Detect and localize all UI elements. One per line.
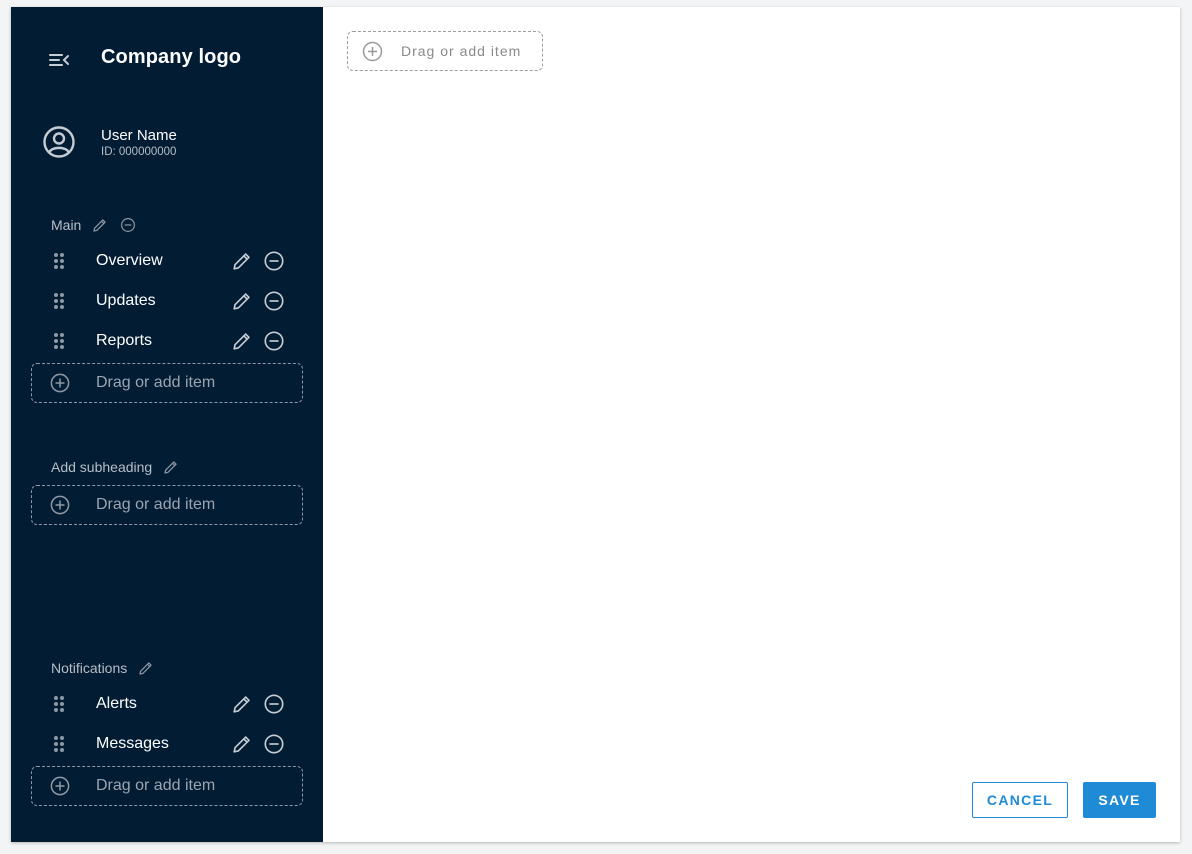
cancel-button[interactable]: CANCEL xyxy=(972,782,1068,818)
pencil-icon[interactable] xyxy=(231,330,253,352)
save-button[interactable]: SAVE xyxy=(1083,782,1156,818)
sidebar: Company logo User Name ID: 000000000 Mai… xyxy=(11,7,323,842)
account-circle-icon xyxy=(43,126,75,158)
add-item-dropzone-subheading[interactable]: Drag or add item xyxy=(31,485,303,525)
section-heading-label: Add subheading xyxy=(51,459,153,475)
dropzone-label: Drag or add item xyxy=(401,43,522,59)
plus-circle-icon xyxy=(50,776,70,796)
add-item-dropzone-top[interactable]: Drag or add item xyxy=(347,31,543,71)
sidebar-item-reports[interactable]: Reports xyxy=(11,321,323,361)
company-logo: Company logo xyxy=(101,46,242,68)
user-name: User Name xyxy=(101,127,177,144)
drag-handle-icon[interactable] xyxy=(53,252,65,270)
plus-circle-icon xyxy=(50,495,70,515)
section-heading-notifications: Notifications xyxy=(51,659,165,677)
drag-handle-icon[interactable] xyxy=(53,332,65,350)
minus-circle-icon[interactable] xyxy=(263,733,285,755)
menu-collapse-icon[interactable] xyxy=(48,51,70,69)
pencil-icon[interactable] xyxy=(231,250,253,272)
sidebar-item-overview[interactable]: Overview xyxy=(11,241,323,281)
dropzone-label: Drag or add item xyxy=(96,374,216,391)
editor-window: Company logo User Name ID: 000000000 Mai… xyxy=(11,7,1180,842)
dropzone-label: Drag or add item xyxy=(96,496,216,513)
sidebar-item-label: Alerts xyxy=(96,695,137,712)
drag-handle-icon[interactable] xyxy=(53,695,65,713)
pencil-icon[interactable] xyxy=(231,693,253,715)
minus-circle-icon[interactable] xyxy=(119,216,137,234)
user-id: ID: 000000000 xyxy=(101,146,177,158)
minus-circle-icon[interactable] xyxy=(263,330,285,352)
minus-circle-icon[interactable] xyxy=(263,290,285,312)
sidebar-item-updates[interactable]: Updates xyxy=(11,281,323,321)
dropzone-label: Drag or add item xyxy=(96,777,216,794)
plus-circle-icon xyxy=(50,373,70,393)
minus-circle-icon[interactable] xyxy=(263,693,285,715)
sidebar-item-messages[interactable]: Messages xyxy=(11,724,323,764)
pencil-icon[interactable] xyxy=(137,659,155,677)
sidebar-item-label: Updates xyxy=(96,292,156,309)
pencil-icon[interactable] xyxy=(231,733,253,755)
add-item-dropzone-notifications[interactable]: Drag or add item xyxy=(31,766,303,806)
sidebar-item-label: Messages xyxy=(96,735,169,752)
add-item-dropzone-main[interactable]: Drag or add item xyxy=(31,363,303,403)
sidebar-item-alerts[interactable]: Alerts xyxy=(11,684,323,724)
section-heading-label: Notifications xyxy=(51,660,128,676)
sidebar-item-label: Reports xyxy=(96,332,153,349)
section-heading-label: Main xyxy=(51,217,82,233)
pencil-icon[interactable] xyxy=(91,216,109,234)
sidebar-item-label: Overview xyxy=(96,252,163,269)
section-heading-add-subheading: Add subheading xyxy=(51,458,190,476)
pencil-icon[interactable] xyxy=(162,458,180,476)
drag-handle-icon[interactable] xyxy=(53,292,65,310)
pencil-icon[interactable] xyxy=(231,290,253,312)
drag-handle-icon[interactable] xyxy=(53,735,65,753)
plus-circle-icon xyxy=(362,41,383,62)
minus-circle-icon[interactable] xyxy=(263,250,285,272)
section-heading-main: Main xyxy=(51,216,147,234)
